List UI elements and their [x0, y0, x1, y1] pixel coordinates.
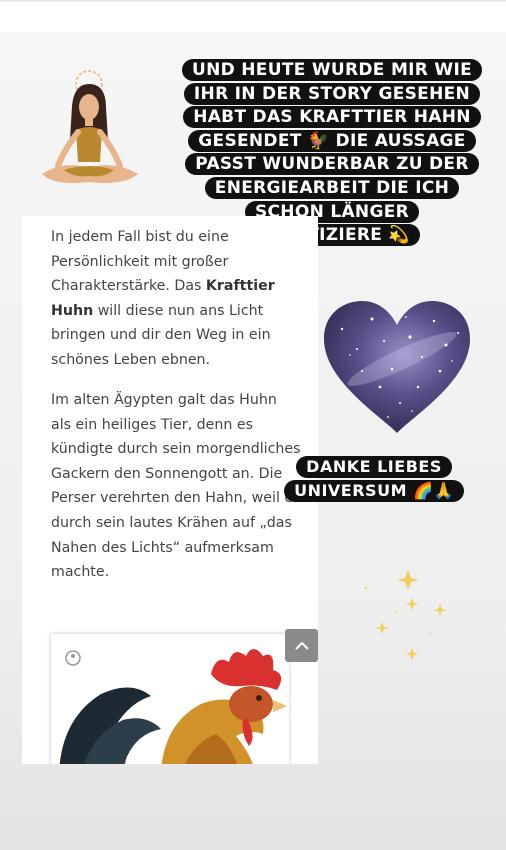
caption-line: UNIVERSUM 🌈🙏	[284, 479, 464, 502]
caption-line: ENERGIEARBEIT DIE ICH	[204, 176, 460, 199]
article-screenshot: In jedem Fall bist du eine Persönlichkei…	[22, 216, 318, 764]
heart-icon	[324, 301, 470, 433]
scroll-to-top-button[interactable]	[285, 629, 318, 662]
sparkle-icon	[364, 570, 447, 660]
caption-line: IHR IN DER STORY GESEHEN	[183, 82, 481, 105]
caption-line: HABT DAS KRAFTTIER HAHN	[183, 106, 481, 129]
rooster-image	[51, 634, 289, 764]
caption-line: PASST WUNDERBAR ZU DER	[185, 153, 479, 176]
caption-line: GESENDET 🐓 DIE AUSSAGE	[188, 129, 476, 152]
caption-line: UND HEUTE WURDE MIR WIE	[182, 59, 482, 81]
paragraph-text: In jedem Fall bist du eine Persönlichkei…	[51, 229, 229, 295]
article-paragraph: Im alten Ägypten galt das Huhn als ein h…	[51, 392, 301, 581]
article-paragraph: In jedem Fall bist du eine Persönlichkei…	[51, 225, 301, 373]
meditating-woman-icon	[42, 70, 138, 183]
top-divider	[0, 0, 506, 2]
caption-line: DANKE LIEBES	[296, 456, 452, 478]
thanks-caption: DANKE LIEBES UNIVERSUM 🌈🙏	[280, 456, 468, 503]
chevron-up-icon	[294, 641, 309, 650]
